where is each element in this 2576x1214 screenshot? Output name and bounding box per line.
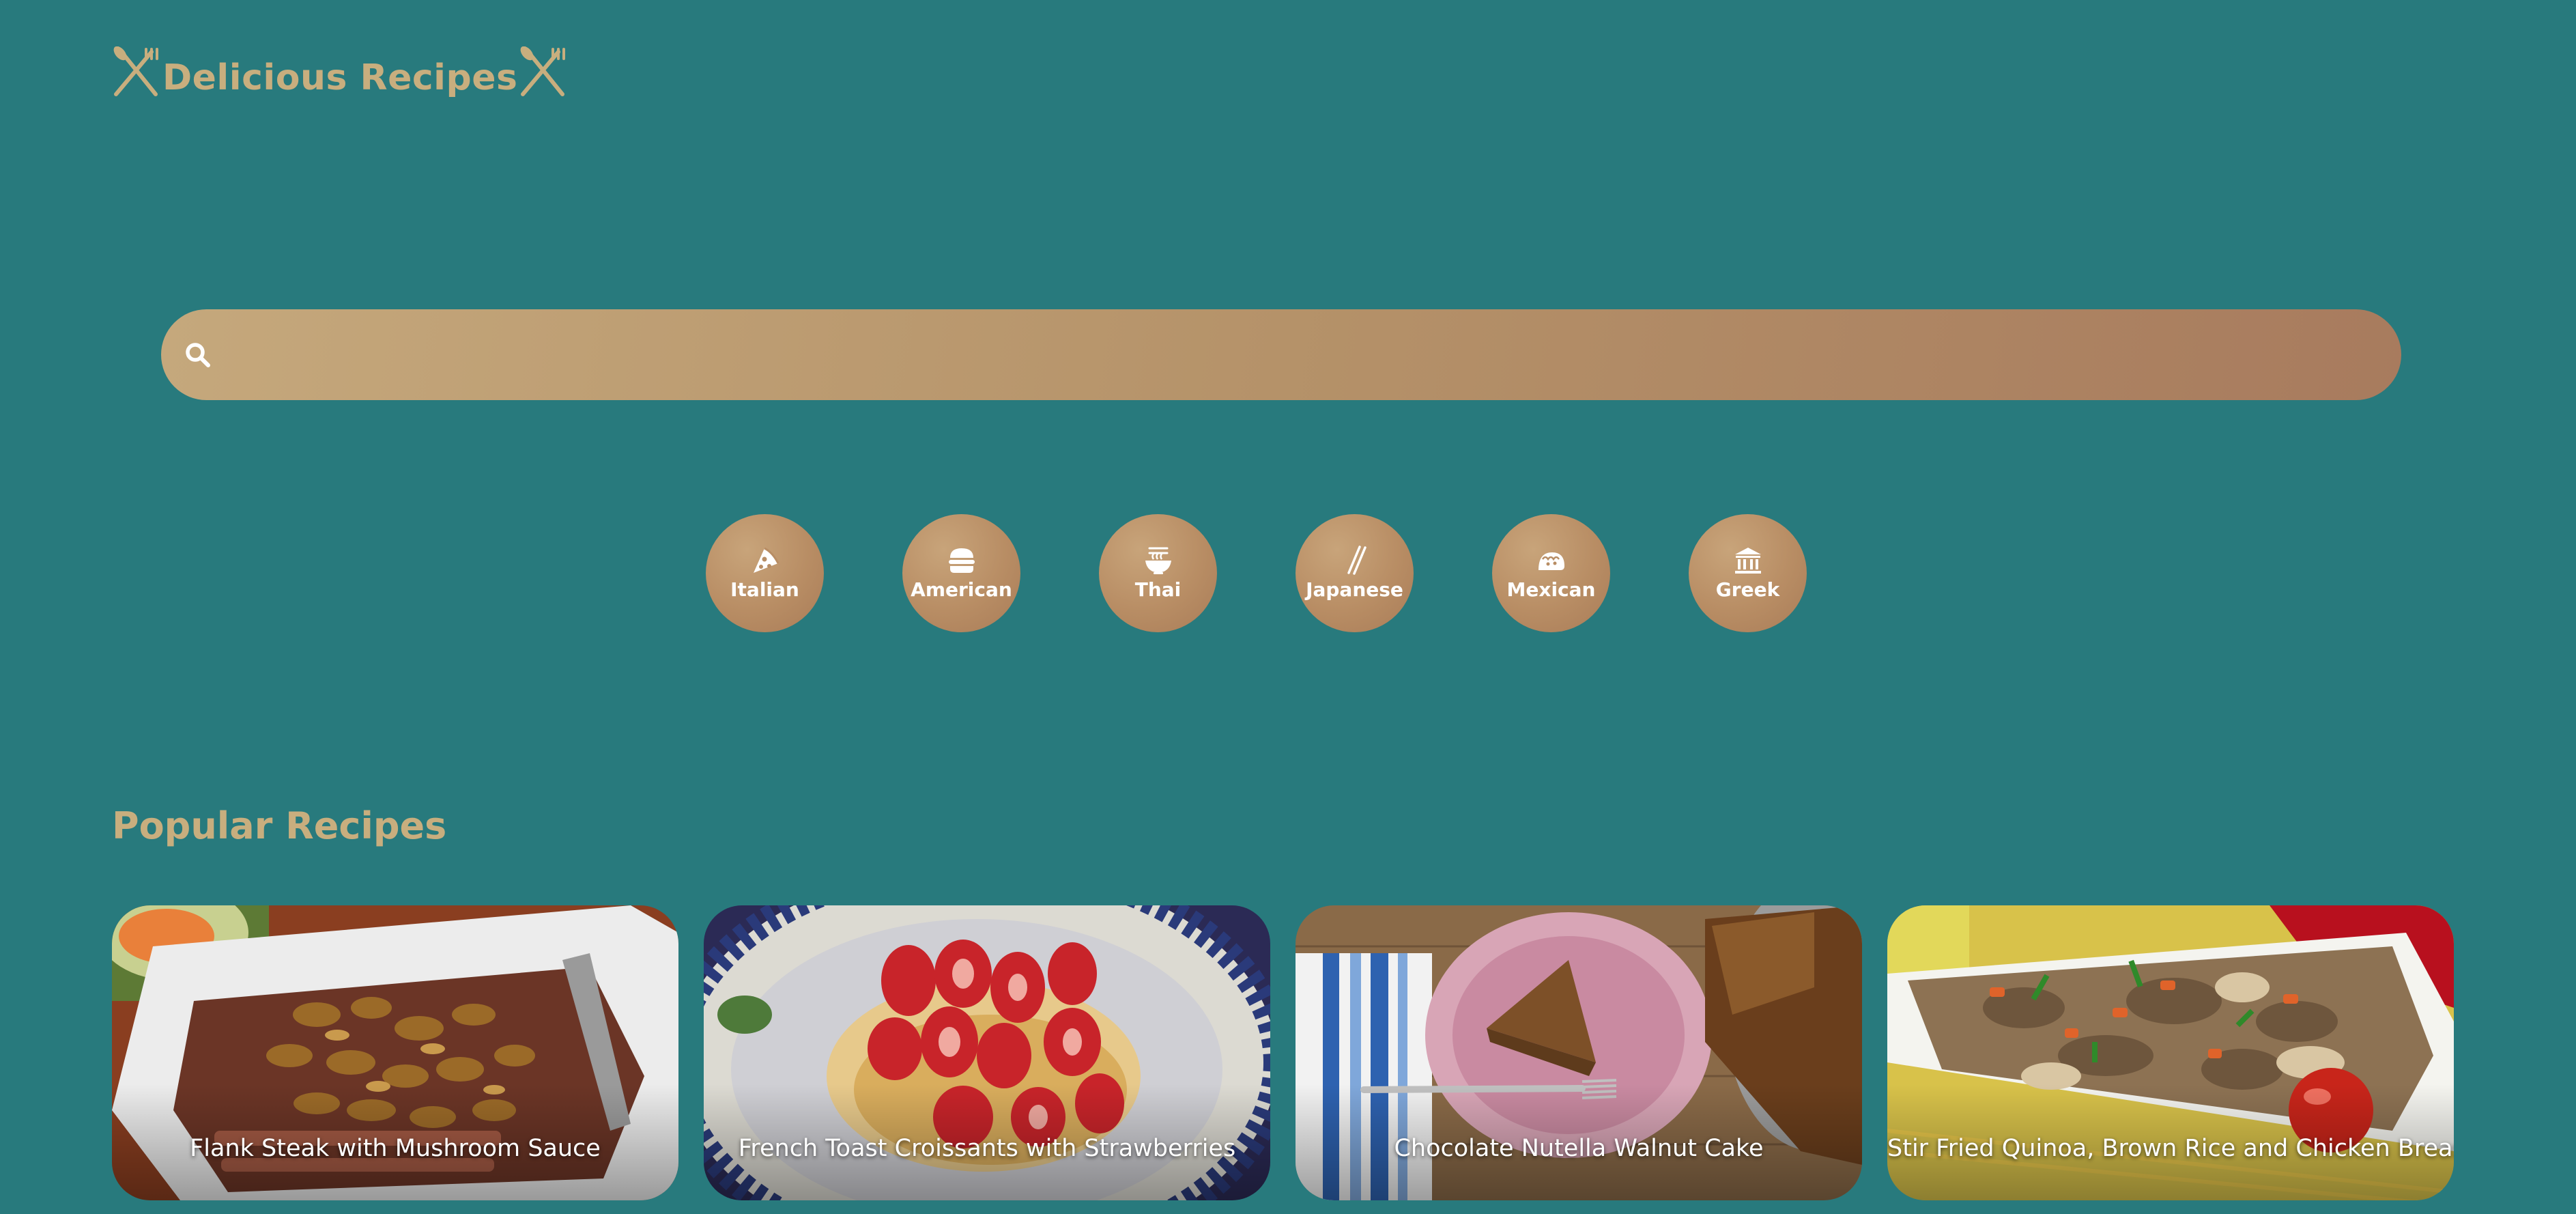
recipe-title: Chocolate Nutella Walnut Cake — [1394, 1135, 1764, 1162]
recipe-card[interactable]: Chocolate Nutella Walnut Cake — [1296, 905, 1862, 1200]
cuisine-label: Japanese — [1306, 578, 1403, 601]
cuisine-label: American — [911, 578, 1012, 601]
recipe-title: French Toast Croissants with Strawberrie… — [738, 1135, 1236, 1162]
temple-icon — [1732, 546, 1764, 578]
site-logo[interactable]: Delicious Recipes — [112, 46, 568, 98]
cuisine-button-american[interactable]: American — [902, 514, 1020, 632]
recipe-title: Flank Steak with Mushroom Sauce — [190, 1135, 601, 1162]
cuisine-label: Mexican — [1506, 578, 1596, 601]
utensils-icon — [112, 46, 161, 98]
cuisine-button-greek[interactable]: Greek — [1689, 514, 1807, 632]
cuisine-button-mexican[interactable]: Mexican — [1492, 514, 1610, 632]
taco-icon — [1536, 546, 1567, 578]
recipe-card[interactable]: Flank Steak with Mushroom Sauce — [112, 905, 678, 1200]
site-title: Delicious Recipes — [162, 57, 518, 98]
chopsticks-icon — [1339, 545, 1371, 578]
noodle-bowl-icon — [1143, 546, 1174, 578]
cuisine-label: Greek — [1715, 578, 1780, 601]
cuisine-button-thai[interactable]: Thai — [1099, 514, 1217, 632]
recipe-card[interactable]: French Toast Croissants with Strawberrie… — [704, 905, 1270, 1200]
recipe-card-list: Flank Steak with Mushroom Sauce French T… — [112, 905, 2454, 1200]
recipe-card[interactable]: Stir Fried Quinoa, Brown Rice and Chicke… — [1887, 905, 2454, 1200]
search-input[interactable] — [212, 309, 2401, 401]
cuisine-label: Thai — [1134, 578, 1182, 601]
cuisine-button-japanese[interactable]: Japanese — [1296, 514, 1414, 632]
section-heading-popular: Popular Recipes — [112, 804, 447, 847]
burger-icon — [946, 546, 977, 578]
utensils-icon — [519, 46, 568, 98]
pizza-icon — [749, 546, 781, 578]
recipe-title: Stir Fried Quinoa, Brown Rice and Chicke… — [1887, 1135, 2454, 1162]
cuisine-filter-list: Italian American Thai Japanese Mexican G… — [706, 514, 1807, 632]
search-bar[interactable] — [161, 309, 2401, 401]
cuisine-button-italian[interactable]: Italian — [706, 514, 824, 632]
cuisine-label: Italian — [730, 578, 799, 601]
search-icon — [184, 341, 212, 369]
